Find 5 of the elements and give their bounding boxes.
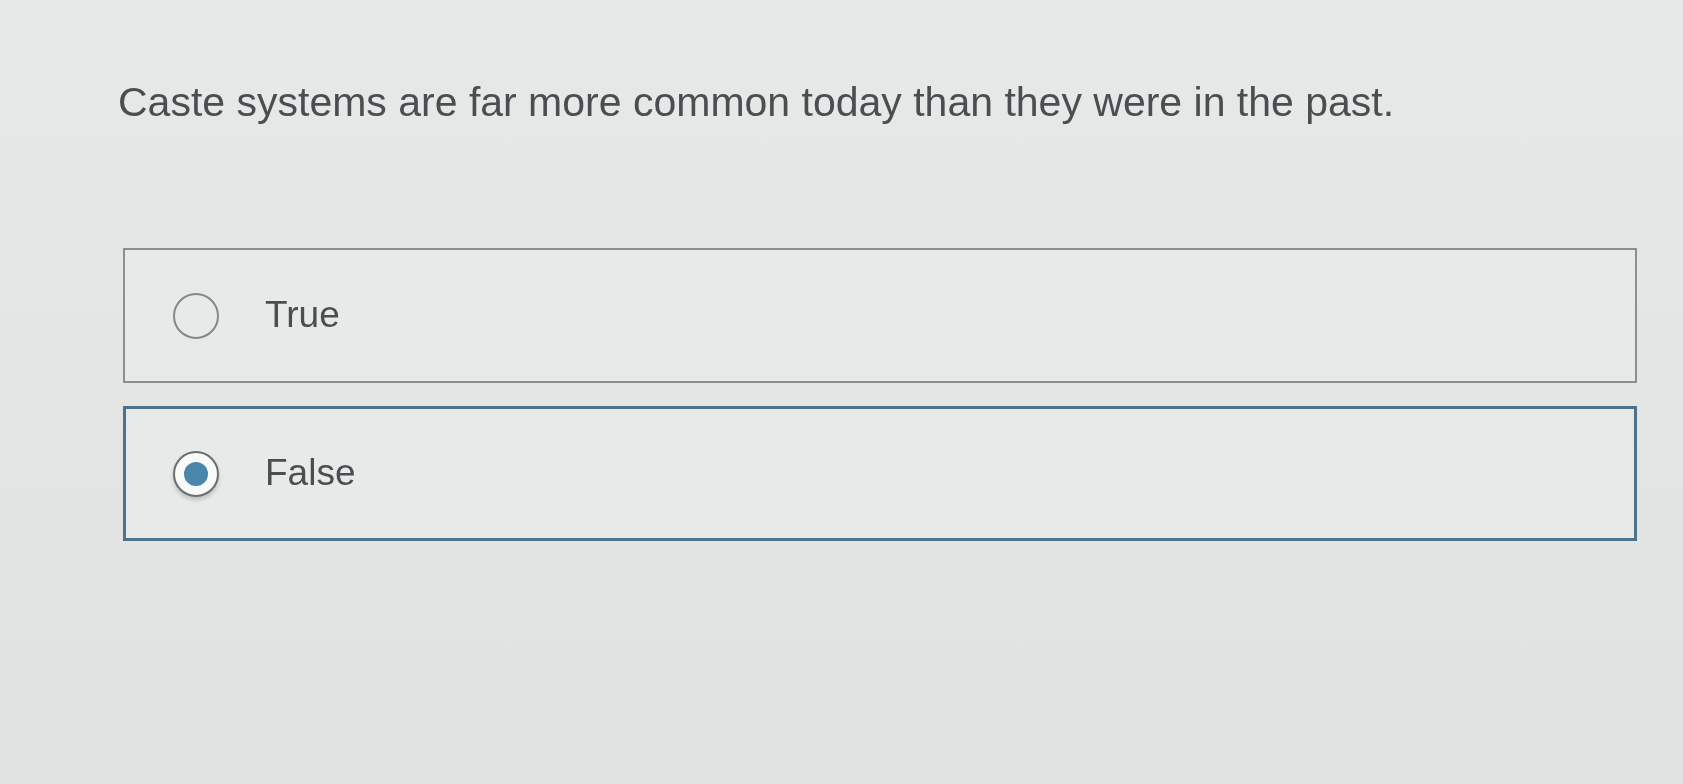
answer-option[interactable]: True <box>123 248 1637 384</box>
question-text: Caste systems are far more common today than they were in the past. <box>118 78 1395 127</box>
radio-button[interactable] <box>173 450 219 497</box>
radio-button[interactable] <box>173 292 219 339</box>
answer-option[interactable]: False <box>123 406 1637 542</box>
